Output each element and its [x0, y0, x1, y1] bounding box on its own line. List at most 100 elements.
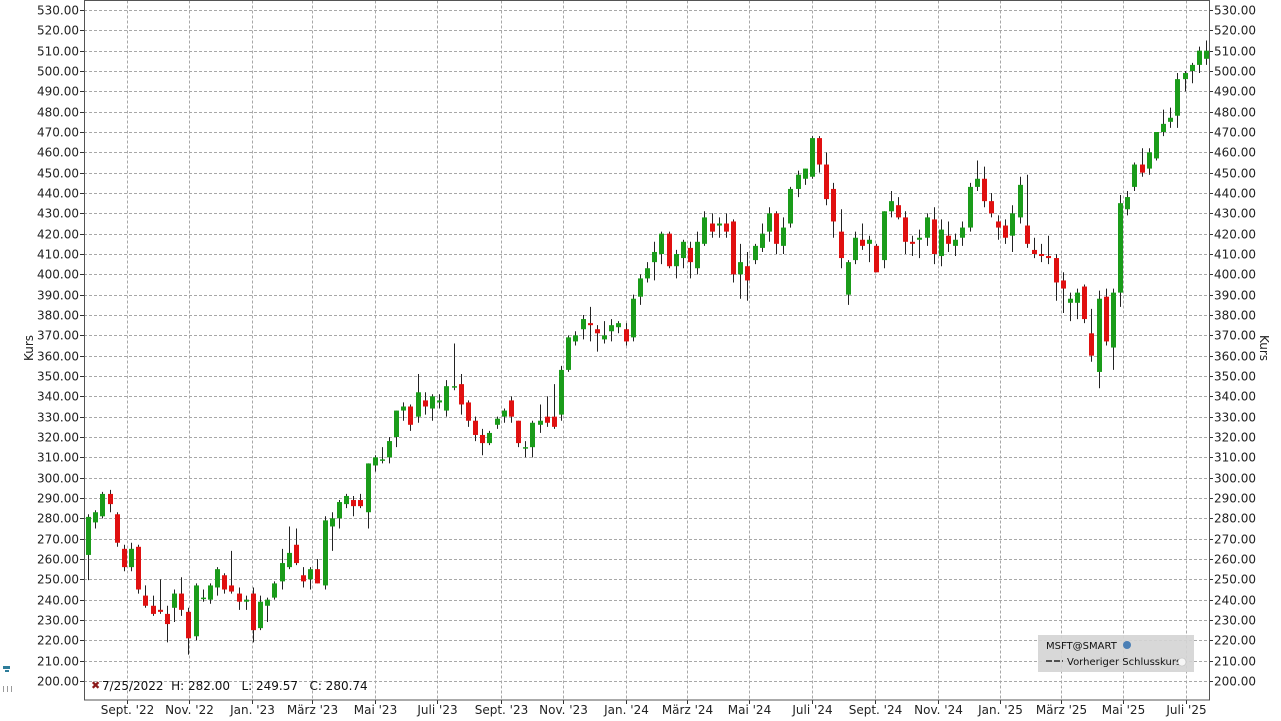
y-tick-label-left: 310.00	[37, 451, 79, 465]
y-tick-label-left: 360.00	[37, 350, 79, 364]
y-axis-title-left: Kurs	[22, 335, 36, 361]
candle-body-down	[903, 217, 908, 242]
candle-body-up	[925, 217, 930, 238]
candle-body-down	[143, 595, 148, 606]
x-tick-label: März '25	[1036, 703, 1087, 717]
y-tick-label-left: 400.00	[37, 268, 79, 282]
candle-body-up	[93, 512, 98, 523]
y-tick-label-left: 340.00	[37, 390, 79, 404]
y-tick-label-right: 520.00	[1214, 24, 1256, 38]
y-tick-label-right: 310.00	[1214, 451, 1256, 465]
y-tick-label-left: 290.00	[37, 492, 79, 506]
candle-body-down	[294, 544, 299, 564]
candle-body-up	[452, 386, 457, 388]
x-tick-label: Juli '25	[1165, 703, 1206, 717]
candle-body-up	[258, 601, 263, 629]
candle-body-up	[208, 585, 213, 600]
y-tick-label-left: 490.00	[37, 85, 79, 99]
x-tick-label: März '24	[662, 703, 713, 717]
candle-body-up	[272, 583, 277, 598]
y-tick-label-left: 260.00	[37, 553, 79, 567]
candle-body-up	[939, 229, 944, 257]
candle-body-down	[1061, 280, 1066, 289]
y-tick-label-right: 460.00	[1214, 146, 1256, 160]
candle-body-up	[530, 422, 535, 448]
candle-body-down	[595, 329, 600, 334]
candle-body-up	[702, 217, 707, 244]
y-tick-label-right: 270.00	[1214, 533, 1256, 547]
info-bar: ✖ 7/25/2022 H: 282.00 L: 249.57 C: 280.7…	[91, 679, 368, 693]
candle-body-up	[1125, 197, 1130, 210]
y-tick-label-right: 320.00	[1214, 431, 1256, 445]
candle-body-down	[874, 245, 879, 273]
candle-body-up	[853, 237, 858, 261]
candle-body-down	[774, 213, 779, 244]
legend-item-label: Vorheriger Schlusskurs	[1067, 657, 1181, 668]
y-tick-label-right: 470.00	[1214, 126, 1256, 140]
candle-body-down	[996, 221, 1001, 228]
candle	[272, 581, 277, 600]
y-tick-label-left: 420.00	[37, 228, 79, 242]
candle-body-up	[609, 325, 614, 332]
candle-body-up	[172, 593, 177, 608]
candle-body-down	[466, 402, 471, 421]
candle-body-down	[459, 384, 464, 405]
candle-body-up	[695, 241, 700, 269]
candle-body-up	[659, 233, 664, 254]
candle-body-up	[781, 227, 786, 246]
candle-body-up	[796, 174, 801, 189]
y-tick-label-right: 220.00	[1214, 634, 1256, 648]
candle-body-up	[975, 178, 980, 187]
candle-body-up	[889, 201, 894, 212]
y-tick-label-left: 230.00	[37, 614, 79, 628]
candle	[323, 516, 328, 590]
candle-body-up	[953, 239, 958, 246]
candle-body-up	[538, 420, 543, 425]
info-bar-text: 7/25/2022 H: 282.00 L: 249.57 C: 280.74	[102, 679, 368, 693]
info-bar-marker-icon: ✖	[91, 679, 100, 692]
candle-body-down	[1039, 254, 1044, 257]
y-tick-label-right: 400.00	[1214, 268, 1256, 282]
candle	[874, 243, 879, 273]
candle-body-down	[251, 593, 256, 631]
y-tick-label-right: 430.00	[1214, 207, 1256, 221]
y-tick-label-left: 530.00	[37, 4, 79, 18]
y-tick-label-left: 380.00	[37, 309, 79, 323]
legend-toggle-icon[interactable]	[1177, 657, 1187, 667]
candle-body-down	[839, 231, 844, 259]
y-tick-label-right: 360.00	[1214, 350, 1256, 364]
y-tick-label-left: 470.00	[37, 126, 79, 140]
candle-body-up	[1161, 123, 1166, 132]
candle-body-down	[315, 569, 320, 584]
candle-body-up	[738, 262, 743, 275]
candle-body-up	[1111, 292, 1116, 348]
candle-body-up	[1204, 50, 1209, 59]
candle-body-down	[710, 223, 715, 232]
candle-body-up	[1075, 292, 1080, 303]
candle-body-down	[473, 420, 478, 435]
y-tick-label-left: 410.00	[37, 248, 79, 262]
candle-body-down	[731, 221, 736, 275]
y-tick-label-right: 480.00	[1214, 106, 1256, 120]
y-tick-label-left: 280.00	[37, 512, 79, 526]
y-tick-label-right: 530.00	[1214, 4, 1256, 18]
candle	[194, 583, 199, 641]
candle-body-up	[430, 396, 435, 409]
candle	[566, 335, 571, 372]
candle-body-up	[1010, 213, 1015, 236]
y-tick-label-right: 290.00	[1214, 492, 1256, 506]
y-tick-label-left: 350.00	[37, 370, 79, 384]
candle-body-down	[408, 406, 413, 425]
legend-box[interactable]: MSFT@SMART Vorheriger Schlusskurs	[1038, 635, 1194, 672]
candle-body-down	[165, 613, 170, 625]
candle-body-up	[1118, 203, 1123, 293]
y-tick-label-right: 210.00	[1214, 655, 1256, 669]
candle-body-up	[1190, 64, 1195, 71]
x-tick-label: Mai '25	[1102, 703, 1145, 717]
x-tick-label: Nov. '23	[539, 703, 588, 717]
legend-title: MSFT@SMART	[1046, 641, 1118, 652]
candle-body-up	[968, 186, 973, 228]
candle-body-up	[201, 597, 206, 600]
candle-body-down	[1003, 225, 1008, 238]
candle-body-up	[803, 168, 808, 179]
